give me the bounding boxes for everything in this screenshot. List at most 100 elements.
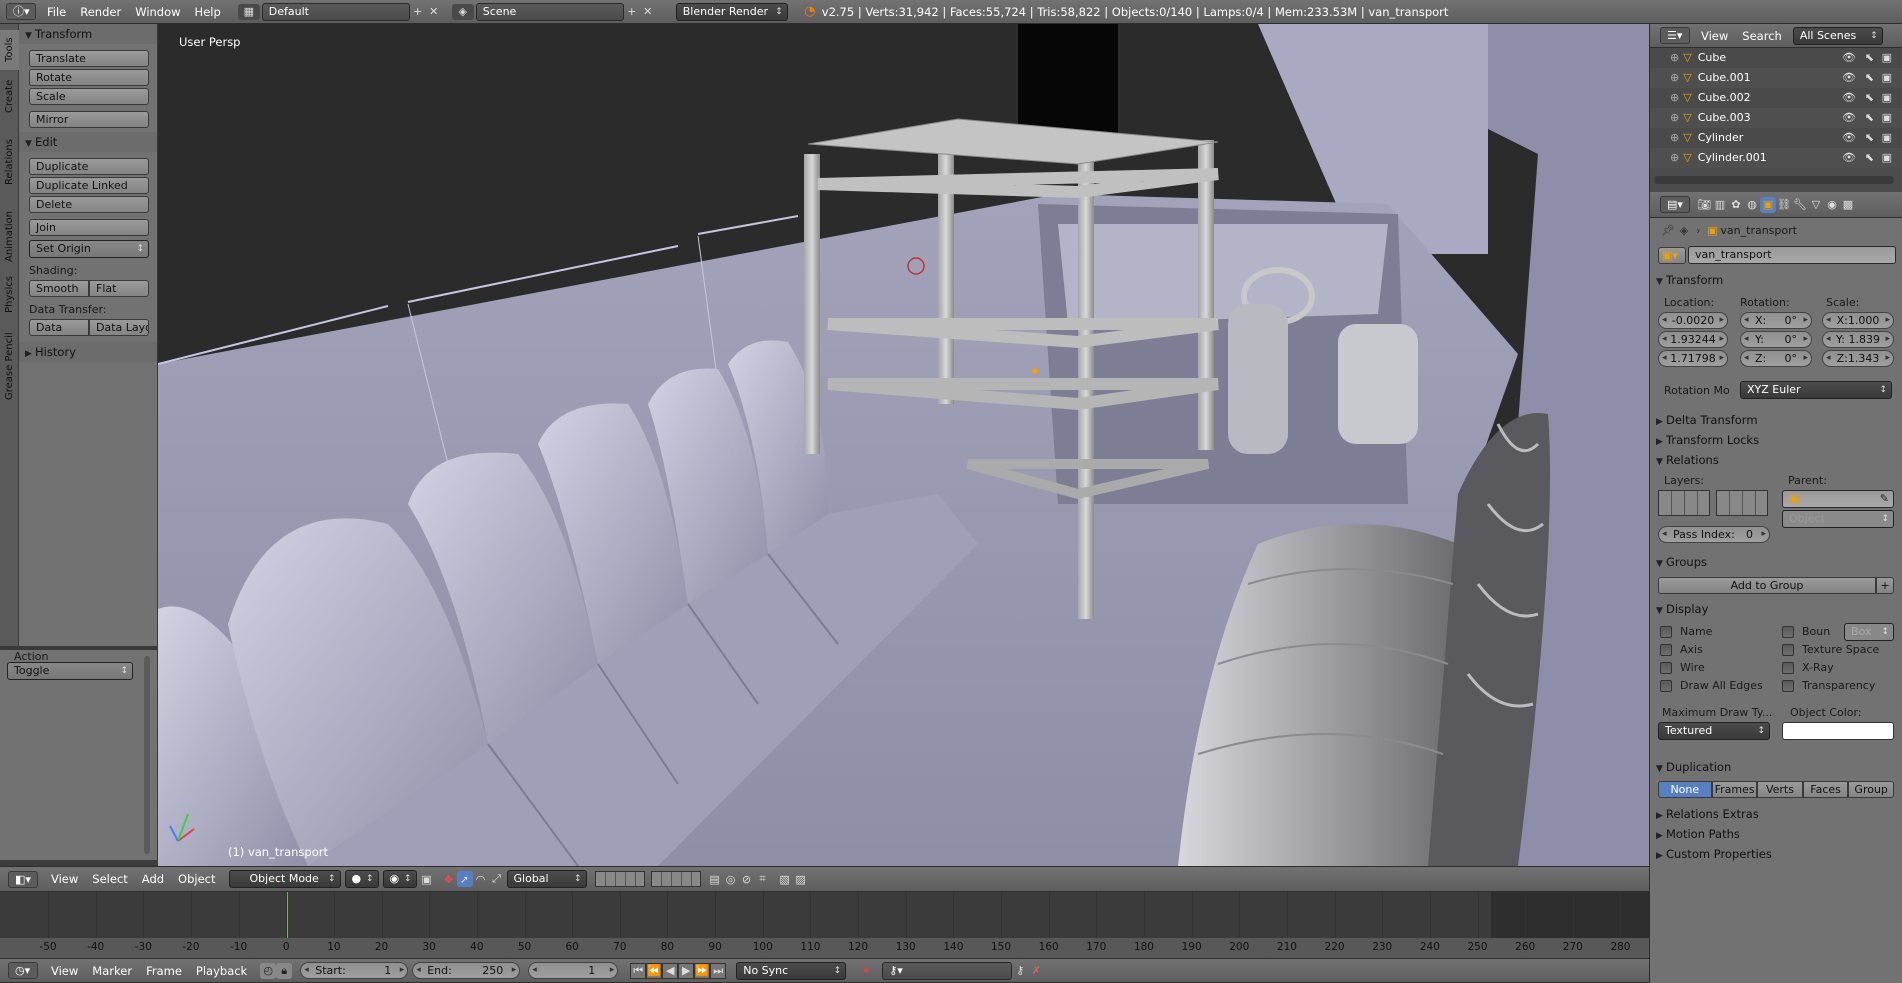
- scene-tab-icon[interactable]: ✿: [1728, 197, 1744, 213]
- proportional-edit-icon[interactable]: ◎: [723, 871, 739, 887]
- display-axis-option[interactable]: Axis: [1660, 643, 1763, 661]
- layer-grid-1[interactable]: [594, 871, 645, 887]
- outliner-row[interactable]: ⊕ ▽ Cube.002 👁︎ ⬉ ▣: [1650, 88, 1902, 108]
- translate-manipulator-icon[interactable]: ➚: [456, 871, 473, 887]
- add-layout-icon[interactable]: +: [410, 4, 426, 20]
- scale-button[interactable]: Scale: [29, 88, 149, 105]
- opengl-render-icon[interactable]: ▧: [777, 871, 793, 887]
- checkbox[interactable]: [1660, 626, 1672, 638]
- outliner-row[interactable]: ⊕ ▽ Cube 👁︎ ⬉ ▣: [1650, 48, 1902, 68]
- info-editor-type-button[interactable]: ⓘ▾: [6, 3, 36, 20]
- preview-range-icon[interactable]: ◴: [260, 962, 277, 979]
- duplication-frames-button[interactable]: Frames: [1711, 781, 1758, 798]
- expand-dot-icon[interactable]: ⊕: [1670, 51, 1679, 64]
- delete-keyframe-icon[interactable]: ✗: [1028, 963, 1044, 979]
- checkbox[interactable]: [1660, 662, 1672, 674]
- opengl-animation-icon[interactable]: ▨: [793, 871, 809, 887]
- render-tab-icon[interactable]: 📷︎: [1696, 197, 1712, 213]
- outliner-row[interactable]: ⊕ ▽ Cylinder 👁︎ ⬉ ▣: [1650, 128, 1902, 148]
- transform-orientation-dropdown[interactable]: Global: [506, 870, 587, 888]
- menu-view[interactable]: View: [44, 872, 85, 886]
- duplicate-linked-button[interactable]: Duplicate Linked: [29, 177, 149, 194]
- display-bounds-option[interactable]: Boun Box: [1782, 623, 1894, 643]
- selectable-arrow-icon[interactable]: ⬉: [1865, 128, 1874, 148]
- outliner-row[interactable]: ⊕ ▽ Cube.003 👁︎ ⬉ ▣: [1650, 108, 1902, 128]
- play-reverse-icon[interactable]: ◀: [662, 962, 679, 979]
- delta-transform-header[interactable]: ▶ Delta Transform: [1650, 410, 1902, 430]
- display-draw-all-edges-option[interactable]: Draw All Edges: [1660, 679, 1763, 697]
- layers-grid-b[interactable]: [1716, 490, 1768, 516]
- render-layers-tab-icon[interactable]: ▥: [1712, 197, 1728, 213]
- pivot-point-dropdown[interactable]: ◉: [382, 870, 417, 888]
- join-button[interactable]: Join: [29, 219, 149, 236]
- menu-render[interactable]: Render: [73, 5, 128, 19]
- expand-dot-icon[interactable]: ⊕: [1670, 91, 1679, 104]
- history-panel-header[interactable]: ▶ History: [19, 342, 157, 362]
- expand-dot-icon[interactable]: ⊕: [1670, 71, 1679, 84]
- screen-layout-field[interactable]: Default: [261, 2, 410, 21]
- prop-transform-header[interactable]: ▼ Transform: [1650, 270, 1902, 290]
- selectable-arrow-icon[interactable]: ⬉: [1865, 48, 1874, 68]
- rotation-z-field[interactable]: Z: 0°: [1740, 350, 1812, 367]
- display-transparency-option[interactable]: Transparency: [1782, 679, 1894, 697]
- display-wire-option[interactable]: Wire: [1660, 661, 1763, 679]
- menu-select[interactable]: Select: [85, 872, 134, 886]
- groups-header[interactable]: ▼ Groups: [1650, 552, 1902, 572]
- eyedropper-icon[interactable]: ✎: [1880, 491, 1889, 507]
- manipulator-toggle-icon[interactable]: ▣: [419, 871, 435, 887]
- texture-tab-icon[interactable]: ▩: [1840, 197, 1856, 213]
- timeline-menu-view[interactable]: View: [44, 964, 85, 978]
- outliner-menu-search[interactable]: Search: [1735, 29, 1789, 43]
- view3d-editor-type-button[interactable]: ◧▾: [8, 870, 38, 888]
- jump-end-icon[interactable]: ⏭: [710, 962, 727, 979]
- outliner-editor-type-button[interactable]: ☰▾: [1660, 27, 1690, 44]
- checkbox[interactable]: [1782, 644, 1794, 656]
- render-camera-icon[interactable]: ▣: [1882, 48, 1892, 68]
- set-origin-dropdown[interactable]: Set Origin: [29, 240, 149, 258]
- layer-grid-2[interactable]: [650, 871, 701, 887]
- selectable-arrow-icon[interactable]: ⬉: [1865, 108, 1874, 128]
- outliner-hscrollbar[interactable]: [1654, 176, 1894, 184]
- location-y-field[interactable]: 1.93244: [1658, 331, 1728, 348]
- operator-scrollbar[interactable]: [144, 656, 150, 854]
- motion-paths-header[interactable]: ▶ Motion Paths: [1650, 824, 1902, 844]
- tab-tools[interactable]: Tools: [0, 30, 19, 70]
- viewport-3d[interactable]: User Persp (1) van_transport: [158, 24, 1649, 866]
- action-dropdown[interactable]: Toggle: [7, 662, 133, 680]
- data-transfer-button[interactable]: Data: [29, 319, 89, 336]
- add-group-plus-icon[interactable]: +: [1876, 577, 1894, 594]
- jump-keyframe-back-icon[interactable]: ⏪: [646, 962, 663, 979]
- data-tab-icon[interactable]: ▽: [1808, 197, 1824, 213]
- lock-range-icon[interactable]: 🔒︎: [276, 962, 293, 979]
- duplication-verts-button[interactable]: Verts: [1757, 781, 1803, 798]
- current-frame-field[interactable]: 1: [528, 962, 619, 979]
- mode-dropdown[interactable]: Object Mode: [228, 870, 341, 888]
- visibility-eye-icon[interactable]: 👁︎: [1842, 48, 1856, 68]
- display-name-option[interactable]: Name: [1660, 625, 1763, 643]
- delete-button[interactable]: Delete: [29, 196, 149, 213]
- material-tab-icon[interactable]: ◉: [1824, 197, 1840, 213]
- object-name-field[interactable]: van_transport: [1688, 246, 1896, 264]
- remove-layout-icon[interactable]: ✕: [426, 4, 442, 20]
- location-z-field[interactable]: 1.71798: [1658, 350, 1728, 367]
- render-camera-icon[interactable]: ▣: [1882, 128, 1892, 148]
- relations-header[interactable]: ▼ Relations: [1650, 450, 1902, 470]
- checkbox[interactable]: [1660, 644, 1672, 656]
- menu-object[interactable]: Object: [171, 872, 222, 886]
- outliner-menu-view[interactable]: View: [1694, 29, 1735, 43]
- render-camera-icon[interactable]: ▣: [1882, 68, 1892, 88]
- manipulator-axis-icon[interactable]: ✥: [441, 871, 457, 887]
- display-xray-option[interactable]: X-Ray: [1782, 661, 1894, 679]
- scale-manipulator-icon[interactable]: ⤢: [489, 871, 505, 887]
- flat-button[interactable]: Flat: [89, 280, 149, 297]
- menu-add[interactable]: Add: [135, 872, 171, 886]
- jump-keyframe-forward-icon[interactable]: ⏩: [694, 962, 711, 979]
- timeline-menu-frame[interactable]: Frame: [139, 964, 189, 978]
- duplication-none-button[interactable]: None: [1658, 781, 1712, 798]
- tab-grease-pencil[interactable]: Grease Pencil: [0, 324, 19, 408]
- duplicate-button[interactable]: Duplicate: [29, 158, 149, 175]
- location-x-field[interactable]: -0.0020: [1658, 312, 1728, 329]
- translate-button[interactable]: Translate: [29, 50, 149, 67]
- scale-z-field[interactable]: Z:1.343: [1822, 350, 1894, 367]
- transform-panel-header[interactable]: ▼ Transform: [19, 24, 157, 44]
